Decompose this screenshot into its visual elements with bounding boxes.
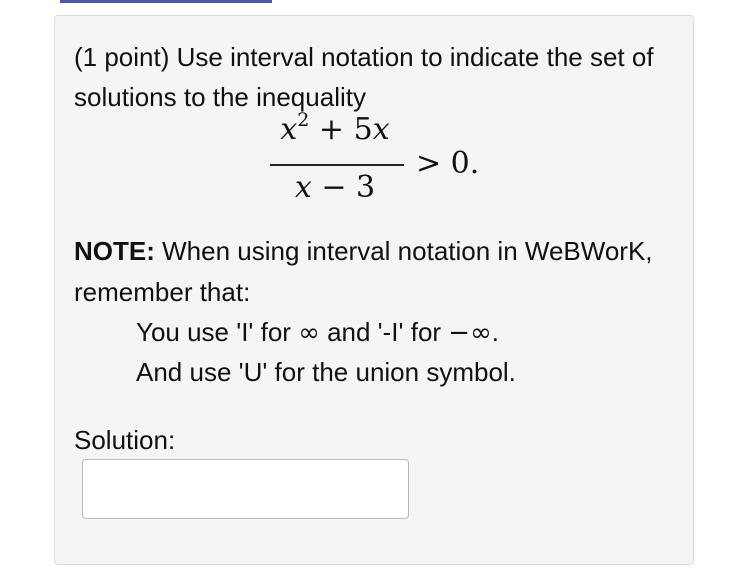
inequality-relation: > 0. [416,146,480,181]
problem-statement: (1 point) Use interval notation to indic… [74,42,654,112]
fraction-bar [270,164,404,166]
note-text: When using interval notation in WeBWorK,… [74,236,653,307]
fraction-denominator: x − 3 [294,170,376,205]
solution-label: Solution: [74,425,176,455]
note-paragraph: NOTE: When using interval notation in We… [74,231,684,313]
infinity-symbol: ∞ [298,318,320,348]
inequality-expression: x2 + 5x x − 3 > 0. [266,109,506,212]
negative-infinity-symbol: −∞ [448,318,492,348]
infinity-hint: You use 'I' for ∞ and '-I' for −∞. [136,317,499,348]
solution-input[interactable] [82,459,409,519]
note-label: NOTE: [74,236,155,266]
fraction-numerator: x2 + 5x [280,109,390,148]
top-accent-bar [60,0,272,3]
union-hint: And use 'U' for the union symbol. [136,357,516,387]
